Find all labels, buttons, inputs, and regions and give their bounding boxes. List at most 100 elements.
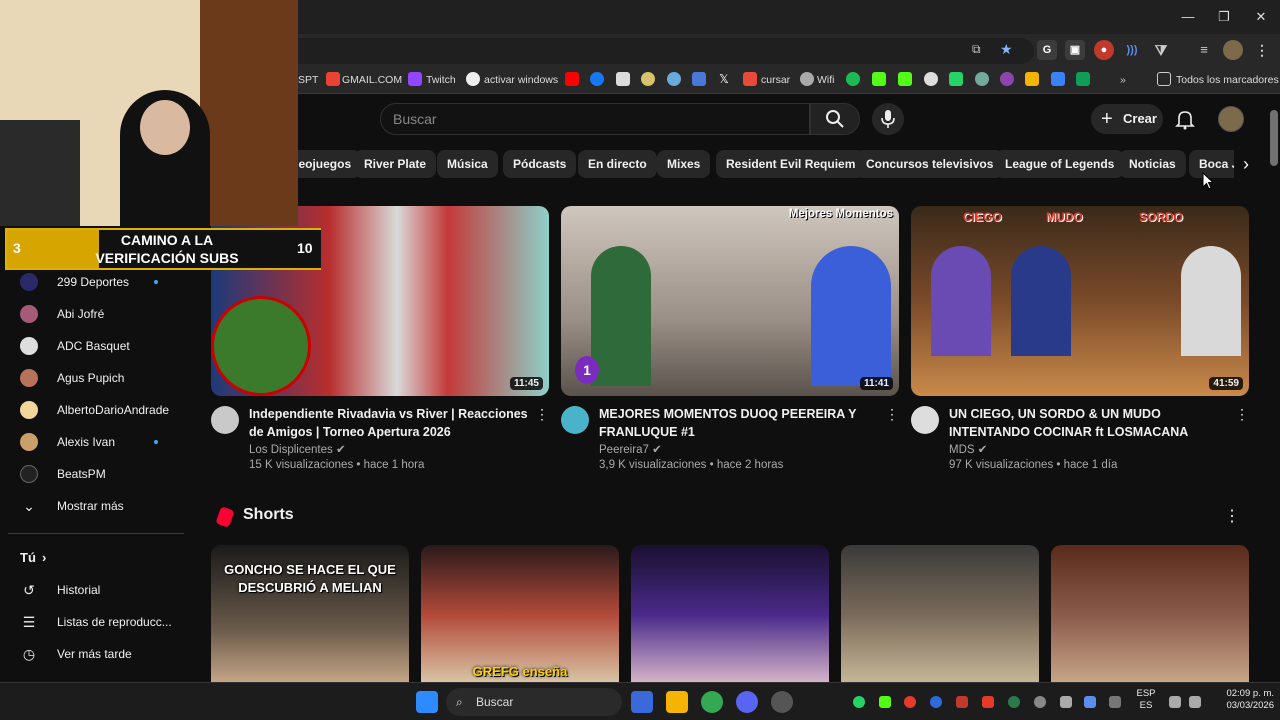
bluetooth-icon[interactable] (930, 696, 942, 708)
video-card[interactable]: CIEGO MUDO SORDO 41:59 UN CIEGO, UN SORD… (911, 206, 1249, 476)
bookmark-ghost-icon[interactable] (924, 72, 938, 86)
river-plate-icon[interactable] (616, 72, 630, 86)
bookmark-spt[interactable]: SPT (298, 72, 318, 88)
bookmark-pinwheel-icon[interactable] (1025, 72, 1039, 86)
extension-wave-icon[interactable]: ))) (1122, 40, 1142, 60)
sidebar-item-watch-later[interactable]: ◷ Ver más tarde (0, 638, 190, 670)
video-thumbnail[interactable]: CIEGO MUDO SORDO 41:59 (911, 206, 1249, 396)
bookmark-blue-icon[interactable] (667, 72, 681, 86)
bookmark-wifi[interactable]: Wifi (817, 72, 835, 88)
sidebar-item-playlists[interactable]: ☰ Listas de reproducc... (0, 606, 190, 638)
x-icon[interactable]: 𝕏 (717, 72, 731, 86)
scrollbar-thumb[interactable] (1270, 110, 1278, 166)
sidebar-item-historial[interactable]: ↺ Historial (0, 574, 190, 606)
chip-league-of-legends[interactable]: League of Legends (995, 150, 1125, 178)
account-avatar[interactable] (1218, 106, 1244, 132)
channel-name[interactable]: MDS ✔ (949, 442, 987, 456)
short-card[interactable]: GREFG enseña (421, 545, 619, 685)
page-scrollbar[interactable] (1268, 96, 1280, 681)
chip-resident-evil[interactable]: Resident Evil Requiem (716, 150, 866, 178)
sidebar-item-alexis-ivan[interactable]: Alexis Ivan (0, 426, 190, 458)
tray-mic-icon[interactable] (1084, 696, 1096, 708)
chip-river-plate[interactable]: River Plate (354, 150, 437, 178)
short-card[interactable]: GONCHO SE HACE EL QUE DESCUBRIÓ A MELIAN (211, 545, 409, 685)
chip-concursos[interactable]: Concursos televisivos (856, 150, 1004, 178)
voice-search-button[interactable] (872, 103, 904, 135)
sidebar-item-beatspm[interactable]: BeatsPM (0, 458, 190, 490)
windows-start-icon[interactable] (416, 691, 438, 713)
search-input[interactable]: Buscar (380, 103, 810, 135)
bookmark-cursar[interactable]: cursar (761, 72, 790, 88)
more-options-icon[interactable]: ⋮ (885, 405, 899, 423)
profile-avatar-icon[interactable] (1223, 40, 1243, 60)
sidebar-you-header[interactable]: Tú › (0, 542, 190, 574)
whatsapp-tray-icon[interactable] (853, 696, 865, 708)
notifications-bell-icon[interactable] (1174, 108, 1196, 130)
tray-usb-icon[interactable] (1060, 696, 1072, 708)
facebook-icon[interactable] (590, 72, 604, 86)
chip-noticias[interactable]: Noticias (1119, 150, 1186, 178)
sidebar-item-alberto[interactable]: AlbertoDarioAndrade (0, 394, 190, 426)
keyboard-icon[interactable] (1109, 696, 1121, 708)
bookmark-purple-icon[interactable] (1000, 72, 1014, 86)
chrome-icon[interactable] (701, 691, 723, 713)
short-card[interactable] (1051, 545, 1249, 685)
video-title[interactable]: Independiente Rivadavia vs River | Reacc… (249, 405, 529, 441)
language-indicator[interactable]: ESP ES (1133, 688, 1159, 712)
bookmark-blue-square-icon[interactable] (1051, 72, 1065, 86)
bookmark-gmail[interactable]: GMAIL.COM (342, 72, 402, 88)
clock[interactable]: 02:09 p. m. 03/03/2026 (1208, 688, 1274, 712)
file-explorer-icon[interactable] (666, 691, 688, 713)
more-options-icon[interactable]: ⋮ (1224, 506, 1240, 526)
youtube-bookmark-icon[interactable] (565, 72, 579, 86)
chip-videojuegos[interactable]: Videojuegos (298, 150, 362, 178)
tray-dark-green-icon[interactable] (1008, 696, 1020, 708)
chip-en-directo[interactable]: En directo (578, 150, 657, 178)
chip-musica[interactable]: Música (437, 150, 498, 178)
video-title[interactable]: UN CIEGO, UN SORDO & UN MUDO INTENTANDO … (949, 405, 1229, 441)
tray-shield-icon[interactable] (956, 696, 968, 708)
more-options-icon[interactable]: ⋮ (535, 405, 549, 423)
restore-icon[interactable]: ❐ (1209, 6, 1239, 28)
bookmarks-overflow-icon[interactable]: » (1120, 72, 1126, 88)
tray-red-icon[interactable] (904, 696, 916, 708)
extension-shield-icon[interactable]: ● (1094, 40, 1114, 60)
sidebar-item-adc-basquet[interactable]: ADC Basquet (0, 330, 190, 362)
bookmark-square-icon[interactable] (692, 72, 706, 86)
sidebar-item-299-deportes[interactable]: 299 Deportes (0, 266, 190, 298)
minimize-icon[interactable]: — (1173, 6, 1203, 28)
network-icon[interactable] (1169, 696, 1181, 708)
google-drive-icon[interactable] (1076, 72, 1090, 86)
short-card[interactable] (631, 545, 829, 685)
bookmark-round-icon[interactable] (641, 72, 655, 86)
kick-icon[interactable] (872, 72, 886, 86)
search-button[interactable] (810, 103, 860, 135)
channel-avatar[interactable] (211, 406, 239, 434)
bookmark-activar-windows[interactable]: activar windows (484, 72, 558, 88)
sidebar-item-agus-pupich[interactable]: Agus Pupich (0, 362, 190, 394)
chrome-menu-icon[interactable]: ⋮ (1252, 40, 1272, 60)
tray-steam-icon[interactable] (1034, 696, 1046, 708)
obs-icon[interactable] (771, 691, 793, 713)
kick-icon-2[interactable] (898, 72, 912, 86)
create-button[interactable]: + Crear (1091, 104, 1163, 134)
bookmark-all[interactable]: Todos los marcadores (1176, 72, 1279, 88)
taskbar-search[interactable]: ⌕ Buscar (446, 688, 622, 716)
extension-box-icon[interactable]: ▣ (1065, 40, 1085, 60)
volume-icon[interactable] (1189, 696, 1201, 708)
cast-icon[interactable]: ⧉ (972, 42, 981, 57)
store-icon[interactable] (631, 691, 653, 713)
chip-mixes[interactable]: Mixes (657, 150, 711, 178)
video-title[interactable]: MEJORES MOMENTOS DUOQ PEEREIRA Y FRANLUQ… (599, 405, 879, 441)
chip-podcasts[interactable]: Pódcasts (503, 150, 577, 178)
chevron-right-icon[interactable]: › (1234, 150, 1258, 178)
channel-name[interactable]: Peereira7 ✔ (599, 442, 662, 456)
extension-g-icon[interactable]: G (1037, 40, 1057, 60)
discord-icon[interactable] (736, 691, 758, 713)
spotify-icon[interactable] (846, 72, 860, 86)
channel-name[interactable]: Los Displicentes ✔ (249, 442, 346, 456)
star-icon[interactable]: ★ (1000, 41, 1013, 58)
tray-green-icon[interactable] (879, 696, 891, 708)
bookmark-twitch[interactable]: Twitch (426, 72, 456, 88)
extensions-puzzle-icon[interactable]: ⧩ (1151, 40, 1171, 60)
